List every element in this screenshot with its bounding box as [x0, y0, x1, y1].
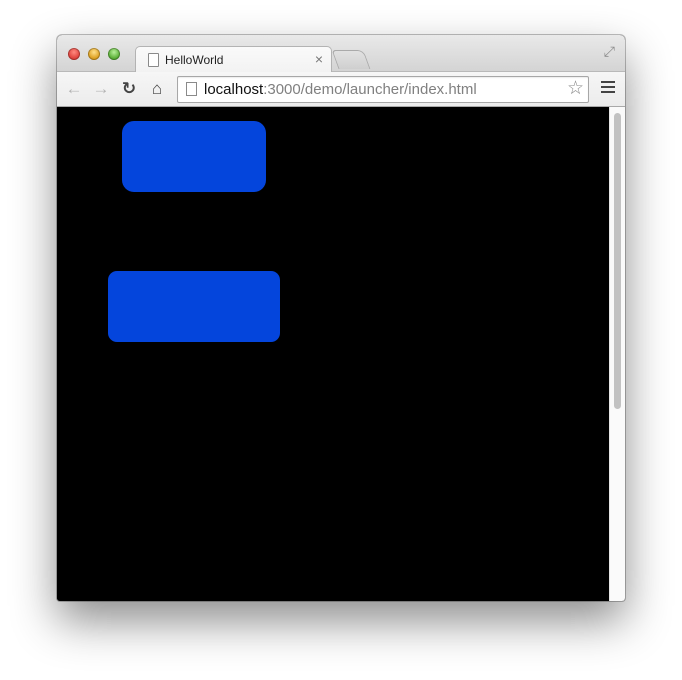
browser-window: HelloWorld × ⤢ ← → ↻ ⌂ localhost:3000/de…	[57, 35, 625, 601]
reload-icon[interactable]: ↻	[119, 79, 139, 99]
home-icon[interactable]: ⌂	[147, 79, 167, 99]
url-path: :3000/demo/launcher/index.html	[263, 81, 477, 98]
browser-toolbar: ← → ↻ ⌂ localhost:3000/demo/launcher/ind…	[57, 72, 625, 107]
scrollbar-thumb[interactable]	[614, 113, 621, 409]
url-host: localhost	[204, 81, 264, 98]
new-tab-button[interactable]	[331, 50, 371, 69]
address-bar[interactable]: localhost:3000/demo/launcher/index.html …	[177, 76, 589, 103]
blue-button-top[interactable]	[122, 121, 266, 192]
close-window-button[interactable]	[68, 48, 80, 60]
zoom-window-button[interactable]	[108, 48, 120, 60]
fullscreen-icon[interactable]: ⤢	[604, 43, 615, 60]
tab-close-icon[interactable]: ×	[315, 51, 323, 67]
forward-arrow-icon[interactable]: →	[91, 79, 111, 99]
minimize-window-button[interactable]	[88, 48, 100, 60]
star-icon[interactable]: ☆	[567, 77, 584, 101]
back-arrow-icon[interactable]: ←	[64, 79, 84, 99]
tab-helloworld[interactable]: HelloWorld ×	[135, 46, 332, 73]
hamburger-menu-icon[interactable]	[601, 81, 615, 96]
blue-button-bottom[interactable]	[108, 271, 280, 342]
url-text: localhost:3000/demo/launcher/index.html	[204, 81, 477, 98]
title-bar: HelloWorld × ⤢	[57, 35, 625, 73]
tab-title: HelloWorld	[165, 53, 224, 67]
page-icon	[148, 53, 159, 67]
vertical-scrollbar[interactable]	[609, 107, 625, 601]
page-content	[57, 107, 610, 601]
page-icon	[186, 82, 197, 96]
